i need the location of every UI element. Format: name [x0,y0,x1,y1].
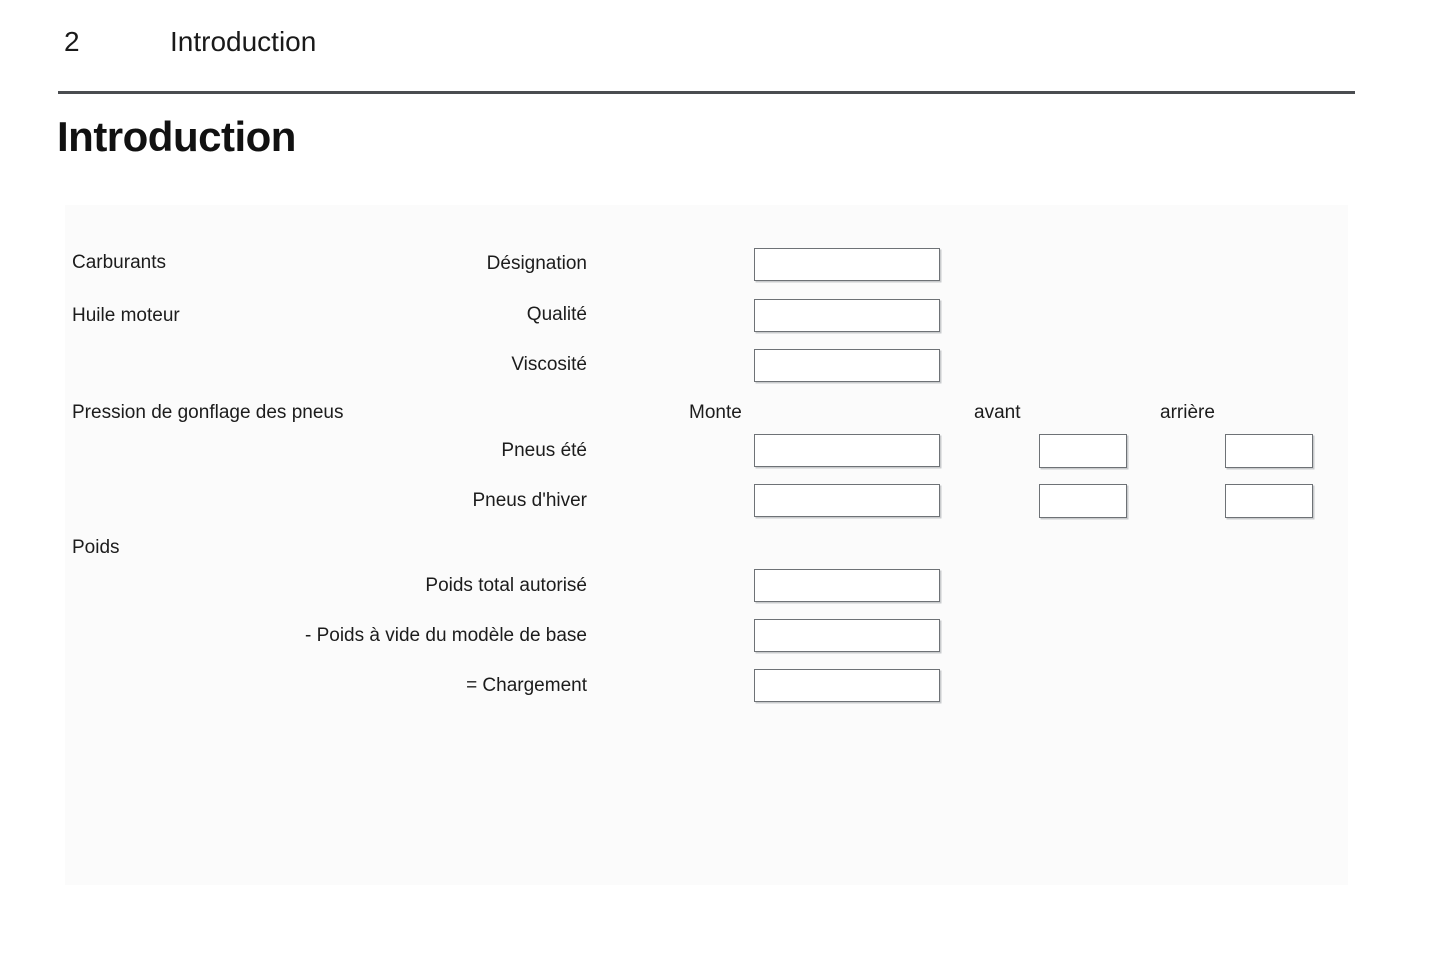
input-pneus-hiver-arriere[interactable] [1225,484,1313,518]
input-designation[interactable] [754,248,940,281]
field-label-pneus-ete: Pneus été [501,440,587,461]
group-label-carburants: Carburants [72,252,166,273]
field-label-qualite: Qualité [526,304,587,325]
page-header: 2 Introduction [58,26,1355,71]
column-header-monte: Monte [689,402,742,423]
field-label-pneus-hiver: Pneus d'hiver [472,490,587,511]
input-viscosite[interactable] [754,349,940,382]
group-label-poids: Poids [72,537,120,558]
input-poids-total-autorise[interactable] [754,569,940,602]
input-pneus-ete-avant[interactable] [1039,434,1127,468]
header-divider [58,91,1355,94]
form-panel: Carburants Huile moteur Pression de gonf… [65,205,1348,885]
input-pneus-ete-arriere[interactable] [1225,434,1313,468]
field-label-poids-total-autorise: Poids total autorisé [425,575,587,596]
input-pneus-hiver-monte[interactable] [754,484,940,517]
group-label-pression-pneus: Pression de gonflage des pneus [72,402,344,423]
column-header-avant: avant [974,402,1021,423]
page-number: 2 [64,26,80,57]
field-label-chargement: = Chargement [466,675,587,696]
input-qualite[interactable] [754,299,940,332]
page-title: Introduction [57,113,296,160]
running-head: Introduction [170,26,317,57]
input-poids-a-vide[interactable] [754,619,940,652]
input-pneus-hiver-avant[interactable] [1039,484,1127,518]
field-label-designation: Désignation [486,253,587,274]
group-label-huile-moteur: Huile moteur [72,305,180,326]
column-header-arriere: arrière [1160,402,1215,423]
field-label-viscosite: Viscosité [511,354,587,375]
input-pneus-ete-monte[interactable] [754,434,940,467]
field-label-poids-a-vide: - Poids à vide du modèle de base [304,625,587,646]
input-chargement[interactable] [754,669,940,702]
